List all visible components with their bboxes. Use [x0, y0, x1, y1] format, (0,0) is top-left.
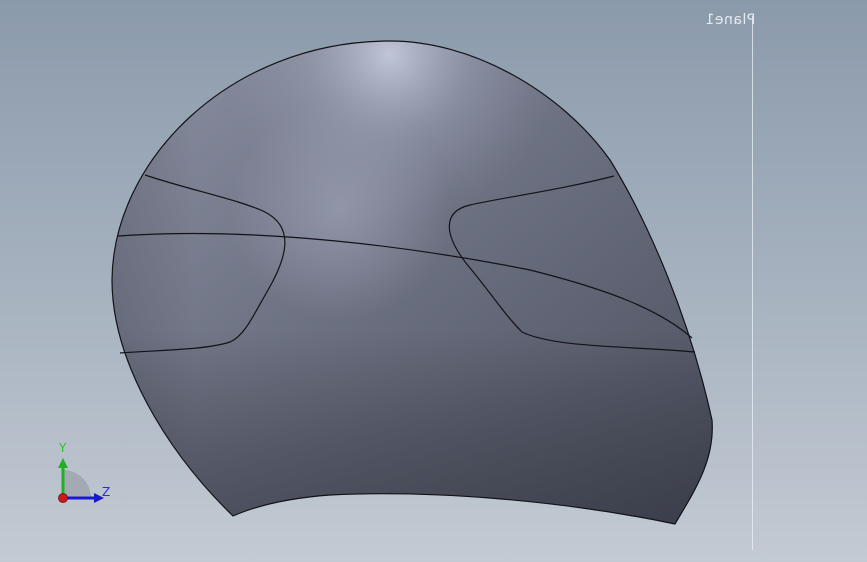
y-axis-arrowhead: [58, 458, 68, 468]
x-axis-point: [58, 493, 68, 503]
plane-edge-line[interactable]: [752, 16, 753, 550]
triad-xz-plane-quadrant: [63, 470, 91, 498]
graphics-viewport[interactable]: Plane1 Y Z: [0, 0, 867, 562]
triad-axes: [58, 458, 104, 503]
triad-y-label: Y: [59, 441, 67, 455]
view-orientation-triad: Y Z: [40, 436, 130, 516]
plane-label[interactable]: Plane1: [705, 12, 755, 28]
triad-z-label: Z: [102, 485, 111, 499]
helmet-surface-model[interactable]: [0, 0, 867, 562]
